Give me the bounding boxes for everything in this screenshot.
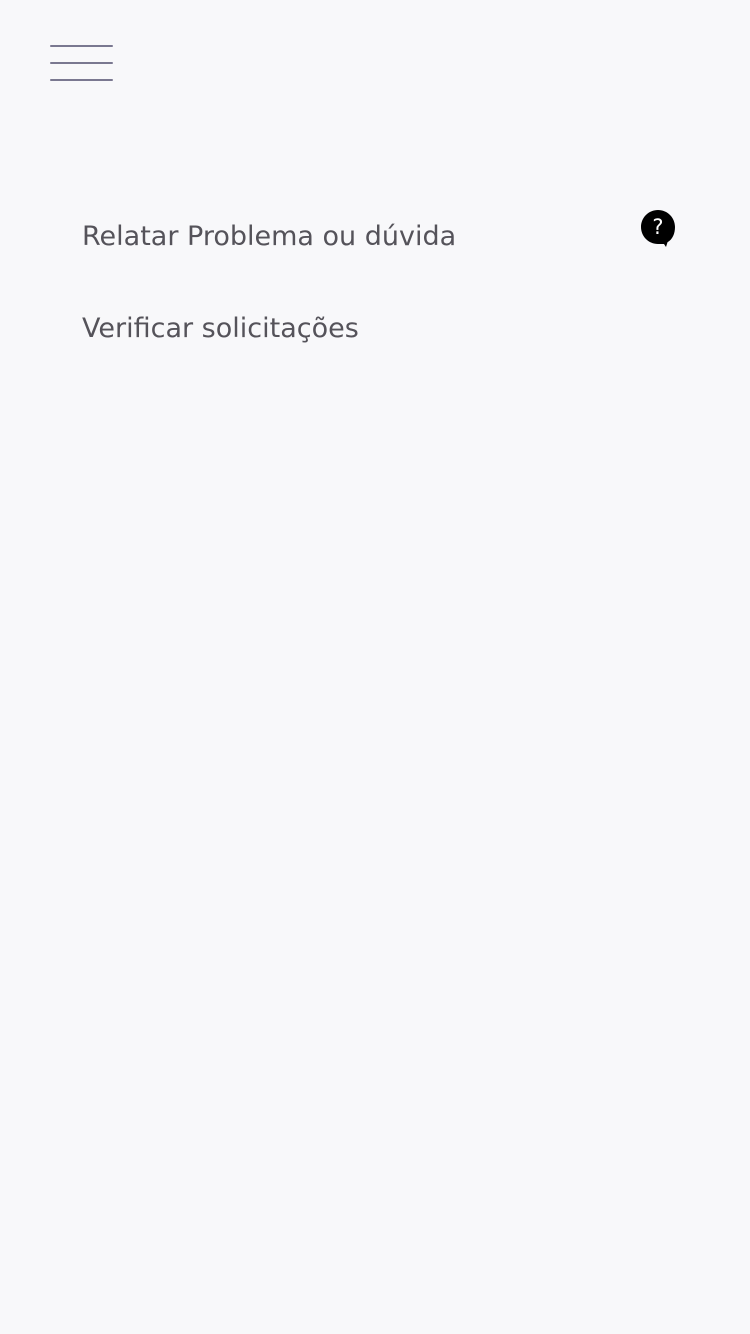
- report-problem-label: Relatar Problema ou dúvida: [82, 220, 457, 252]
- options-list: Relatar Problema ou dúvida ? Verificar s…: [82, 190, 692, 374]
- help-bubble-icon[interactable]: ?: [640, 209, 676, 247]
- hamburger-menu-icon: [50, 45, 113, 47]
- check-requests-item[interactable]: Verificar solicitações: [82, 282, 692, 374]
- svg-text:?: ?: [652, 215, 663, 239]
- hamburger-menu-icon-line: [50, 62, 113, 64]
- hamburger-menu-button[interactable]: [50, 44, 113, 84]
- report-problem-item[interactable]: Relatar Problema ou dúvida ?: [82, 190, 692, 282]
- hamburger-menu-icon-line: [50, 79, 113, 81]
- check-requests-label: Verificar solicitações: [82, 312, 359, 344]
